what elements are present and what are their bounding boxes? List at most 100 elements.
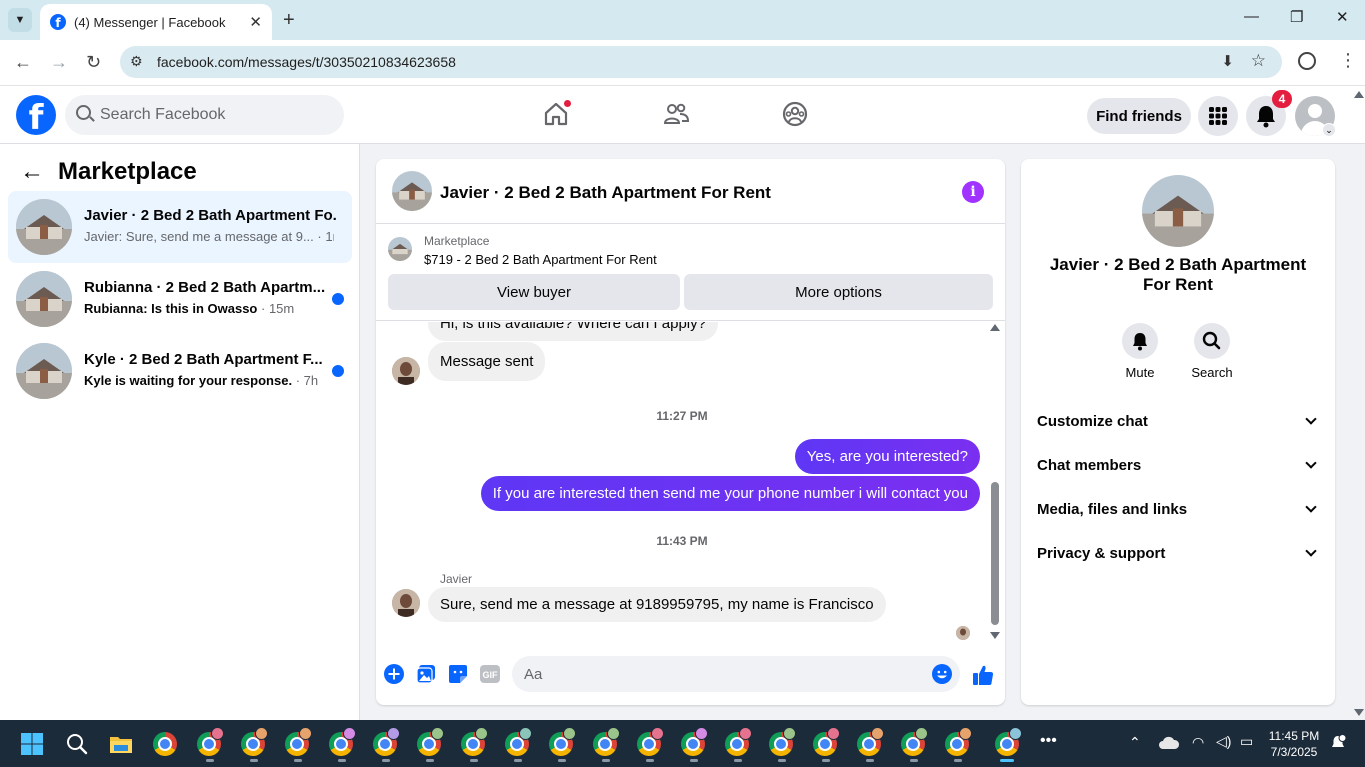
bookmark-star-icon[interactable]: ☆ [1251, 51, 1266, 71]
chevron-up-icon[interactable]: ⌃ [1129, 734, 1141, 751]
chat-title[interactable]: Javier · 2 Bed 2 Bath Apartment For Rent [440, 183, 771, 203]
outgoing-message: Yes, are you interested? [794, 439, 980, 474]
plus-icon[interactable] [384, 664, 404, 684]
omnibox[interactable]: ⚙ facebook.com/messages/t/30350210834623… [120, 46, 1282, 78]
chrome-profile-icon[interactable] [813, 727, 840, 762]
chrome-profile-icon[interactable] [945, 727, 972, 762]
browser-tab-strip: ▼ f (4) Messenger | Facebook ✕ + — ❐ ✕ [0, 0, 1365, 40]
chrome-profile-icon[interactable] [637, 727, 664, 762]
chrome-profile-icon[interactable] [505, 727, 532, 762]
view-buyer-button[interactable]: View buyer [388, 274, 680, 310]
chrome-profile-icon[interactable] [329, 727, 356, 762]
chrome-profile-icon[interactable] [901, 727, 928, 762]
tab-search-icon[interactable]: ▼ [8, 8, 32, 32]
sender-avatar[interactable] [392, 357, 420, 385]
browser-tab[interactable]: f (4) Messenger | Facebook ✕ [40, 4, 272, 40]
chrome-profile-icon[interactable] [549, 727, 576, 762]
section-label: Chat members [1037, 456, 1142, 474]
media-files-links-row[interactable]: Media, files and links [1029, 487, 1327, 531]
scrollbar-thumb[interactable] [991, 482, 999, 625]
gif-icon[interactable]: GIF [480, 664, 500, 684]
back-arrow-icon[interactable]: ← [14, 52, 32, 73]
install-app-icon[interactable]: ⬇ [1221, 52, 1234, 70]
more-options-button[interactable]: More options [684, 274, 993, 310]
chrome-icon[interactable] [153, 732, 177, 756]
reload-icon[interactable]: ↻ [86, 52, 101, 73]
mute-button[interactable]: Mute [1110, 323, 1170, 380]
file-explorer-icon[interactable] [109, 732, 133, 756]
onedrive-icon[interactable] [1158, 734, 1180, 752]
notification-center-icon[interactable] [1329, 734, 1347, 752]
search-icon[interactable] [65, 732, 89, 756]
page-scroll-down-icon[interactable] [1354, 709, 1364, 716]
chrome-menu-icon[interactable]: ⋮ [1339, 50, 1357, 71]
sticker-icon[interactable] [448, 664, 468, 684]
mute-circle[interactable] [1122, 323, 1158, 359]
forward-arrow-icon[interactable]: → [50, 52, 68, 73]
chrome-profile-icon[interactable] [725, 727, 752, 762]
page-scroll-up-icon[interactable] [1354, 91, 1364, 98]
search-chat-button[interactable]: Search [1182, 323, 1242, 380]
url-text[interactable]: facebook.com/messages/t/3035021083462365… [157, 54, 456, 70]
chrome-profile-icon[interactable] [373, 727, 400, 762]
message-scrollbar[interactable] [988, 322, 1002, 644]
info-icon[interactable]: i [962, 181, 984, 203]
conversation-item[interactable]: Rubianna · 2 Bed 2 Bath Apartm... Rubian… [8, 263, 352, 335]
chrome-profile-icon[interactable] [241, 727, 268, 762]
search-circle[interactable] [1194, 323, 1230, 359]
chat-thumbnail[interactable] [392, 171, 432, 211]
photo-icon[interactable] [416, 664, 436, 684]
chrome-profile-icon[interactable] [681, 727, 708, 762]
chrome-profile-icon[interactable] [285, 727, 312, 762]
wifi-icon[interactable]: ◠ [1192, 734, 1204, 751]
back-arrow-icon[interactable]: ← [20, 158, 44, 186]
scroll-down-icon[interactable] [990, 632, 1000, 639]
customize-chat-row[interactable]: Customize chat [1029, 399, 1327, 443]
close-tab-icon[interactable]: ✕ [249, 13, 262, 31]
facebook-logo-icon[interactable]: f [16, 95, 56, 135]
close-window-icon[interactable]: ✕ [1336, 8, 1349, 26]
chrome-profile-icon[interactable] [197, 727, 224, 762]
listing-thumbnail [16, 199, 72, 255]
clock[interactable]: 11:45 PM 7/3/2025 [1264, 728, 1324, 760]
emoji-icon[interactable] [932, 664, 952, 684]
sender-name: Javier [440, 572, 473, 586]
sender-avatar[interactable] [392, 589, 420, 617]
chrome-profile-icon[interactable] [1298, 52, 1316, 70]
chrome-profile-icon[interactable] [857, 727, 884, 762]
groups-icon[interactable] [782, 101, 808, 127]
friends-icon[interactable] [663, 101, 689, 127]
menu-grid-button[interactable] [1198, 96, 1238, 136]
conversation-preview: Kyle is waiting for your response. · 7h [84, 373, 334, 388]
new-tab-icon[interactable]: + [283, 9, 295, 32]
chrome-profile-icon[interactable] [417, 727, 444, 762]
conversation-item[interactable]: Javier · 2 Bed 2 Bath Apartment Fo... Ja… [8, 191, 352, 263]
facebook-search-input[interactable] [100, 95, 335, 135]
listing-title[interactable]: $719 - 2 Bed 2 Bath Apartment For Rent [424, 252, 657, 267]
bell-icon [1133, 333, 1147, 351]
chrome-profile-icon[interactable] [593, 727, 620, 762]
chrome-profile-icon[interactable] [461, 727, 488, 762]
site-settings-icon[interactable]: ⚙ [130, 53, 143, 70]
message-input[interactable] [512, 656, 960, 692]
conversation-item[interactable]: Kyle · 2 Bed 2 Bath Apartment F... Kyle … [8, 335, 352, 407]
minimize-icon[interactable]: — [1244, 8, 1259, 25]
chrome-active-icon[interactable] [995, 727, 1022, 762]
privacy-support-row[interactable]: Privacy & support [1029, 531, 1327, 575]
maximize-icon[interactable]: ❐ [1290, 8, 1303, 26]
more-apps-icon[interactable]: ••• [1040, 732, 1057, 750]
windows-start-icon[interactable] [20, 732, 44, 756]
chrome-profile-icon[interactable] [769, 727, 796, 762]
thumbs-up-icon[interactable] [972, 664, 994, 686]
chat-members-row[interactable]: Chat members [1029, 443, 1327, 487]
search-icon [76, 105, 91, 120]
volume-icon[interactable]: ◁) [1216, 733, 1231, 750]
listing-thumbnail[interactable] [1142, 175, 1214, 247]
battery-icon[interactable]: ▭ [1240, 733, 1253, 750]
marketplace-listing-card: Marketplace $719 - 2 Bed 2 Bath Apartmen… [376, 225, 1005, 321]
chevron-down-icon[interactable]: ⌄ [1322, 123, 1336, 137]
chevron-down-icon [1305, 545, 1317, 557]
find-friends-button[interactable]: Find friends [1087, 98, 1191, 134]
facebook-search[interactable] [65, 95, 344, 135]
scroll-up-icon[interactable] [990, 324, 1000, 331]
